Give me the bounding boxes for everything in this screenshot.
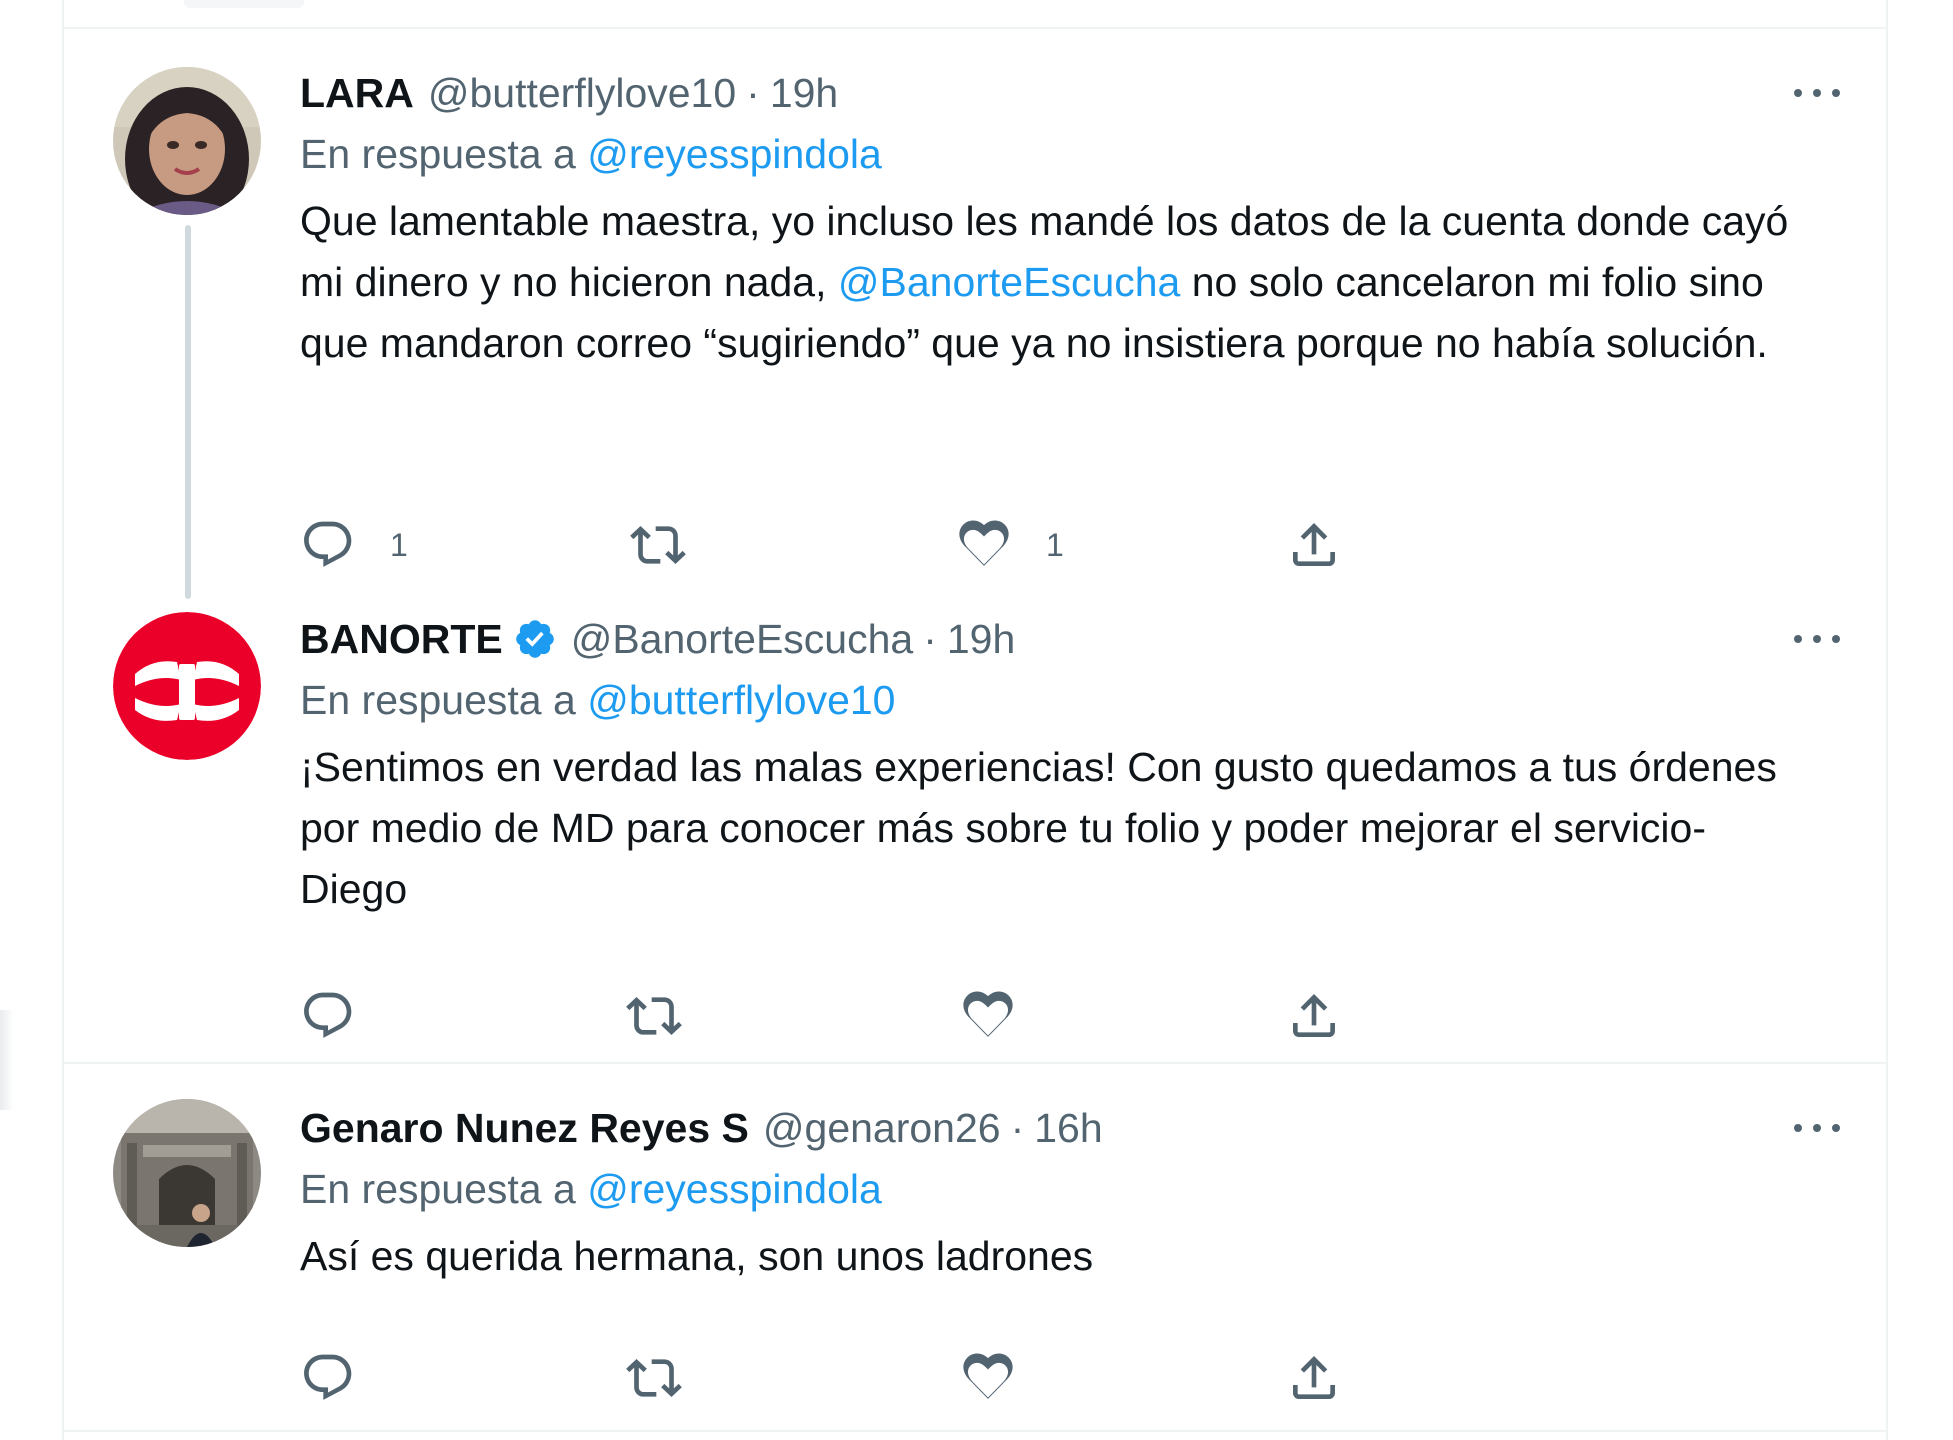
text-part: ¡Sentimos en verdad las malas experienci… (300, 744, 1777, 912)
share-button[interactable] (1286, 986, 1342, 1046)
reply-prefix: En respuesta a (300, 1166, 576, 1212)
tweet-header: LARA @butterflylove10 · 19h (300, 63, 838, 123)
tweet-header: BANORTE @BanorteEscucha · 19h (300, 609, 1015, 669)
display-name[interactable]: BANORTE (300, 616, 503, 663)
like-button[interactable]: 1 (956, 515, 1064, 575)
user-handle[interactable]: @BanorteEscucha (571, 616, 913, 663)
share-button[interactable] (1286, 1348, 1342, 1408)
separator: · (1010, 1104, 1025, 1151)
timestamp[interactable]: 19h (770, 70, 838, 117)
tweet-banorte[interactable]: BANORTE @BanorteEscucha · 19h En respues… (64, 589, 1886, 1062)
reply-to-line: En respuesta a @reyesspindola (300, 131, 882, 178)
avatar[interactable] (113, 612, 261, 760)
reply-icon (304, 1354, 352, 1400)
divider (64, 1430, 1886, 1432)
like-button[interactable] (960, 1348, 1016, 1408)
profile-photo-woman (113, 67, 261, 215)
page-edge-shadow (0, 1010, 14, 1110)
tweet-actions (300, 1348, 1630, 1408)
user-handle[interactable]: @butterflylove10 (428, 70, 736, 117)
retweet-button[interactable] (626, 986, 682, 1046)
tweet-lara[interactable]: LARA @butterflylove10 · 19h En respuesta… (64, 29, 1886, 599)
display-name[interactable]: Genaro Nunez Reyes S (300, 1105, 749, 1152)
avatar[interactable] (113, 1099, 261, 1247)
banorte-logo (113, 612, 261, 760)
thread-connector (185, 225, 191, 599)
timestamp[interactable]: 19h (947, 616, 1015, 663)
retweet-icon (626, 997, 682, 1035)
share-icon (1293, 1356, 1335, 1399)
verified-badge-icon (515, 620, 554, 658)
more-icon[interactable] (1788, 1106, 1846, 1150)
retweet-icon (626, 1359, 682, 1397)
like-count: 1 (1046, 526, 1064, 563)
tweet-text: Que lamentable maestra, yo incluso les m… (300, 191, 1820, 374)
tweet-text: ¡Sentimos en verdad las malas experienci… (300, 737, 1820, 920)
retweet-button[interactable] (626, 1348, 682, 1408)
timeline: LARA @butterflylove10 · 19h En respuesta… (62, 0, 1888, 1440)
heart-icon (963, 991, 1013, 1037)
reply-to-mention[interactable]: @butterflylove10 (587, 677, 895, 723)
reply-button[interactable] (300, 1348, 356, 1408)
reply-to-mention[interactable]: @reyesspindola (587, 131, 882, 177)
share-icon (1293, 994, 1335, 1037)
profile-photo-building (113, 1099, 261, 1247)
reply-prefix: En respuesta a (300, 131, 576, 177)
avatar[interactable] (113, 67, 261, 215)
reply-to-mention[interactable]: @reyesspindola (587, 1166, 882, 1212)
heart-icon (963, 1353, 1013, 1399)
retweet-icon (630, 526, 686, 564)
retweet-button[interactable] (630, 515, 686, 575)
reply-prefix: En respuesta a (300, 677, 576, 723)
separator: · (746, 69, 760, 116)
more-icon[interactable] (1788, 71, 1846, 115)
reply-icon (304, 992, 352, 1038)
user-handle[interactable]: @genaron26 (763, 1105, 1001, 1152)
display-name[interactable]: LARA (300, 70, 414, 117)
separator: · (923, 615, 937, 662)
previous-tweet-stub (184, 0, 304, 8)
reply-count: 1 (390, 526, 408, 563)
reply-button[interactable]: 1 (300, 515, 408, 575)
reply-to-line: En respuesta a @butterflylove10 (300, 677, 895, 724)
tweet-genaro[interactable]: Genaro Nunez Reyes S @genaron26 · 16h En… (64, 1064, 1886, 1432)
share-icon (1293, 523, 1335, 566)
tweet-text: Así es querida hermana, son unos ladrone… (300, 1226, 1820, 1287)
tweet-actions (300, 986, 1630, 1046)
reply-to-line: En respuesta a @reyesspindola (300, 1166, 882, 1213)
text-part: Así es querida hermana, son unos ladrone… (300, 1233, 1094, 1279)
tweet-header: Genaro Nunez Reyes S @genaron26 · 16h (300, 1098, 1103, 1158)
mention-link[interactable]: @BanorteEscucha (838, 259, 1180, 305)
tweet-actions: 1 1 (300, 515, 1630, 575)
reply-icon (304, 521, 352, 567)
like-button[interactable] (960, 986, 1016, 1046)
more-icon[interactable] (1788, 617, 1846, 661)
share-button[interactable] (1286, 515, 1342, 575)
reply-button[interactable] (300, 986, 356, 1046)
timestamp[interactable]: 16h (1034, 1105, 1102, 1152)
heart-icon (959, 520, 1009, 566)
